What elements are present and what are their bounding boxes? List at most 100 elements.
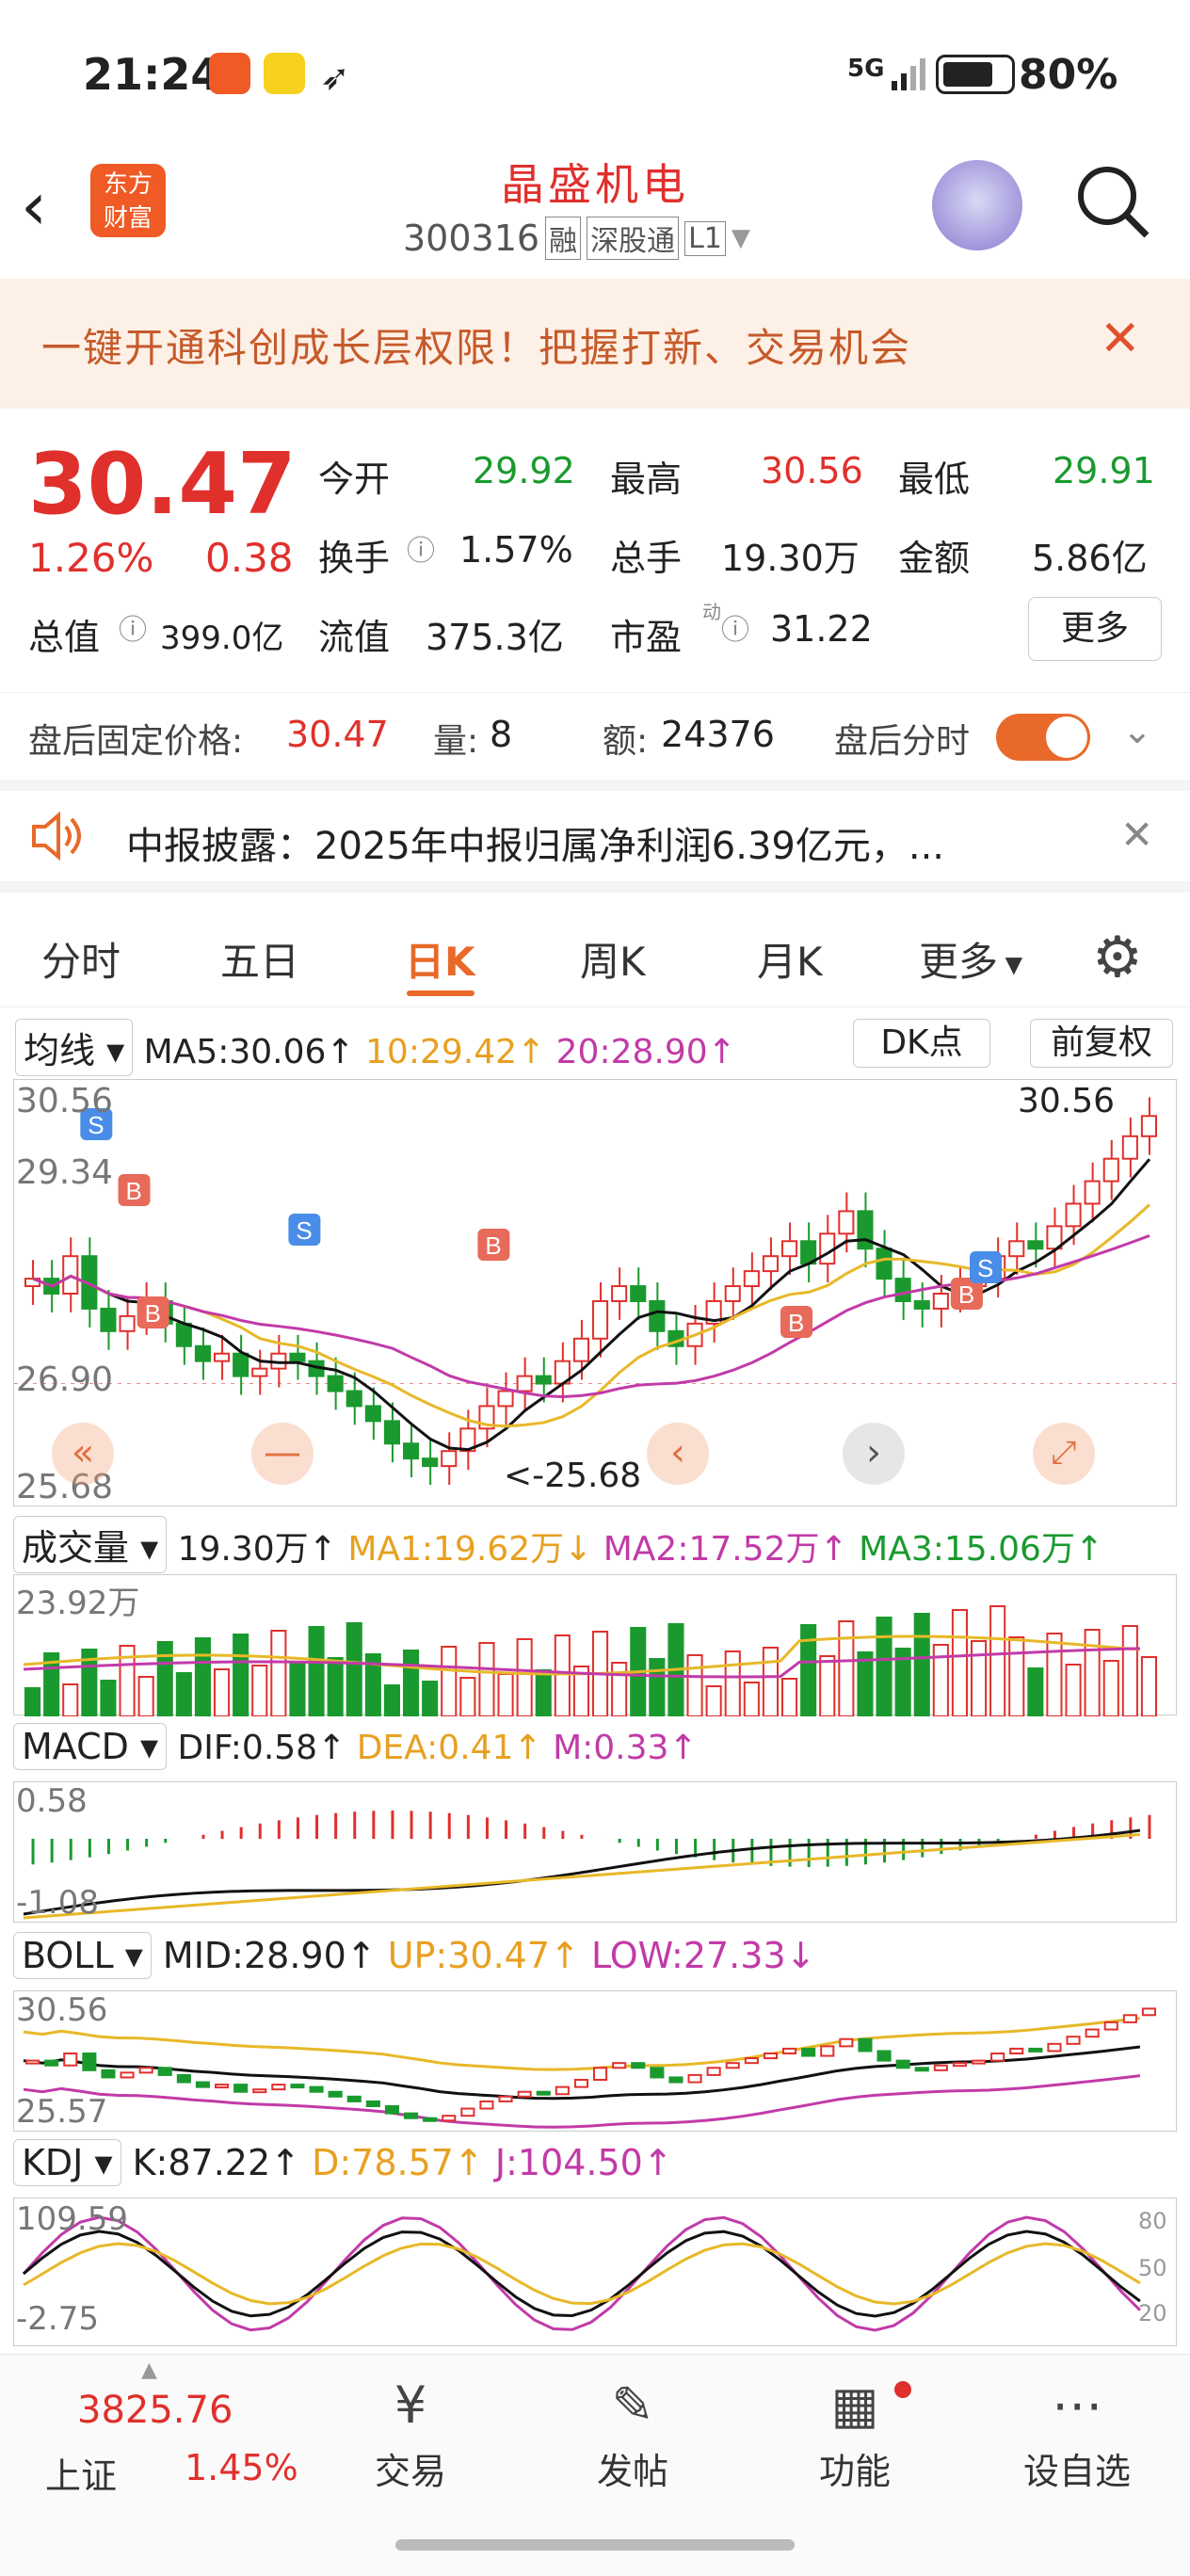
index-pct[interactable]: 1.45% [185, 2447, 298, 2488]
candle-body [762, 1255, 780, 1273]
nav-trade[interactable]: ¥ 交易 [335, 2375, 486, 2494]
boll-candle [442, 2115, 457, 2122]
candle-body [497, 1390, 514, 1408]
candle-body [441, 1450, 458, 1468]
candle-body [724, 1285, 741, 1302]
up-arrow-icon: ↑ [346, 1935, 377, 1976]
dk-point-button[interactable]: DK点 [853, 1019, 990, 1068]
kdj-select[interactable]: KDJ ▾ [13, 2139, 121, 2186]
boll-up: UP:30.47 [387, 1935, 551, 1976]
info-icon-2[interactable]: ⓘ [119, 606, 147, 648]
candle-body [403, 1442, 420, 1460]
tab-weekly-k[interactable]: 周K [580, 930, 646, 988]
open-value: 29.92 [473, 450, 575, 491]
volume-bar [516, 1638, 533, 1716]
volume-bar [383, 1684, 400, 1716]
adjust-button[interactable]: 前复权 [1030, 1019, 1173, 1068]
nav-function[interactable]: ▦ 功能 [780, 2375, 930, 2494]
up-arrow-icon: ↑ [517, 1033, 546, 1071]
zoom-out-icon[interactable]: — [251, 1423, 314, 1485]
info-icon[interactable]: ⓘ [407, 527, 435, 569]
dif-line [23, 1828, 1141, 1916]
scroll-left-icon[interactable]: « [52, 1423, 114, 1485]
kdj-canvas [22, 2215, 1141, 2332]
macd-select[interactable]: MACD ▾ [13, 1723, 168, 1770]
volume-chart[interactable]: 23.92万 [13, 1574, 1177, 1716]
low-value: 29.91 [1053, 450, 1155, 491]
boll-candle [706, 2067, 721, 2076]
boll-select[interactable]: BOLL ▾ [13, 1932, 152, 1979]
signal-icon [890, 55, 931, 92]
tab-monthly-k[interactable]: 月K [757, 930, 823, 988]
indicator-select[interactable]: 均线 ▾ [15, 1019, 134, 1076]
candle-body [743, 1270, 760, 1288]
settings-gear-icon[interactable]: ⚙ [1092, 925, 1143, 990]
index-value[interactable]: 3825.76 [77, 2389, 233, 2432]
boll-candle [120, 2071, 135, 2079]
candle-body [630, 1285, 647, 1302]
macd-chart[interactable]: 0.58 -1.08 [13, 1781, 1177, 1923]
split-toggle[interactable] [996, 714, 1090, 761]
volume-bar [913, 1613, 930, 1716]
stock-code-row[interactable]: 300316 融 深股通 L1 ▼ [403, 217, 750, 260]
promo-banner[interactable]: 一键开通科创成长层权限！把握打新、交易机会 ✕ [0, 279, 1190, 409]
nav-trade-label: 交易 [374, 2451, 446, 2492]
pe-dynamic-tag: 动 [702, 601, 721, 623]
kdj-k: K:87.22 [132, 2142, 271, 2183]
boll-candle [101, 2069, 116, 2079]
boll-chart[interactable]: 30.56 25.57 [13, 1990, 1177, 2132]
notice-bar[interactable]: 中报披露：2025年中报归属净利润6.39亿元，... ✕ [0, 780, 1190, 893]
volume-bar [1140, 1656, 1158, 1716]
boll-candle [1066, 2036, 1081, 2045]
boll-candle [309, 2085, 324, 2093]
volume-bar [24, 1687, 41, 1716]
close-icon-2[interactable]: ✕ [1120, 812, 1153, 858]
nav-watchlist[interactable]: ⋯ 设自选 [1002, 2375, 1152, 2494]
prev-icon[interactable]: ‹ [647, 1423, 709, 1485]
back-icon[interactable]: ‹ [21, 168, 47, 245]
more-button[interactable]: 更多 [1028, 597, 1162, 661]
status-bar: 21:24 ➶ 5G 80% [0, 0, 1190, 141]
search-icon[interactable] [1073, 162, 1152, 241]
trade-marker-label: B [145, 1299, 161, 1328]
kline-chart[interactable]: SBBSBBBS 30.56 29.34 26.90 25.68 30.56 <… [13, 1079, 1178, 1506]
boll-candle [895, 2059, 910, 2069]
macd-y-min: -1.08 [16, 1884, 99, 1922]
tab-daily-k[interactable]: 日K [405, 930, 475, 988]
volume-value: 19.30万 [721, 538, 860, 579]
vol-ma1: MA1:19.62万 [347, 1530, 565, 1569]
candle-body [876, 1248, 892, 1280]
high-value: 30.56 [761, 450, 863, 491]
up-arrow-icon: ↑ [707, 1033, 736, 1071]
trade-marker-label: S [296, 1216, 312, 1245]
fullscreen-icon[interactable]: ⤢ [1033, 1423, 1095, 1485]
app-notification-icon-2 [264, 53, 305, 94]
boll-candle [631, 2062, 646, 2069]
robot-assistant-icon[interactable] [932, 160, 1022, 250]
boll-candle [1047, 2042, 1062, 2053]
next-icon[interactable]: › [843, 1423, 905, 1485]
boll-candle [782, 2047, 797, 2055]
macd-dif: DIF:0.58 [177, 1729, 318, 1767]
boll-candle [346, 2095, 362, 2102]
period-tabs: 分时 五日 日K 周K 月K 更多 ▼ ⚙ [0, 904, 1190, 1007]
volume-select[interactable]: 成交量 ▾ [13, 1516, 168, 1573]
info-icon-3[interactable]: ⓘ [721, 606, 749, 648]
volume-bar [346, 1622, 362, 1716]
index-name[interactable]: 上证 [45, 2447, 117, 2499]
tab-more[interactable]: 更多 ▼ [919, 930, 1022, 988]
close-icon[interactable]: ✕ [1100, 311, 1141, 367]
kdj-ref-80: 80 [1138, 2208, 1167, 2234]
chevron-down-icon-2[interactable]: ⌄ [1122, 710, 1152, 751]
candle-body [894, 1278, 911, 1302]
nav-post[interactable]: ✎ 发帖 [557, 2375, 708, 2494]
clock: 21:24 [83, 49, 221, 100]
tab-five-day[interactable]: 五日 [220, 930, 299, 988]
kdj-chart[interactable]: 109.59 -2.75 80 50 20 [13, 2198, 1177, 2346]
trade-marker-label: B [485, 1232, 501, 1260]
open-label: 今开 [318, 459, 391, 500]
volume-bar [705, 1685, 722, 1716]
vol-ma3: MA3:15.06万 [859, 1530, 1075, 1569]
kdj-ref-20: 20 [1138, 2300, 1167, 2326]
tab-intraday[interactable]: 分时 [41, 930, 121, 988]
